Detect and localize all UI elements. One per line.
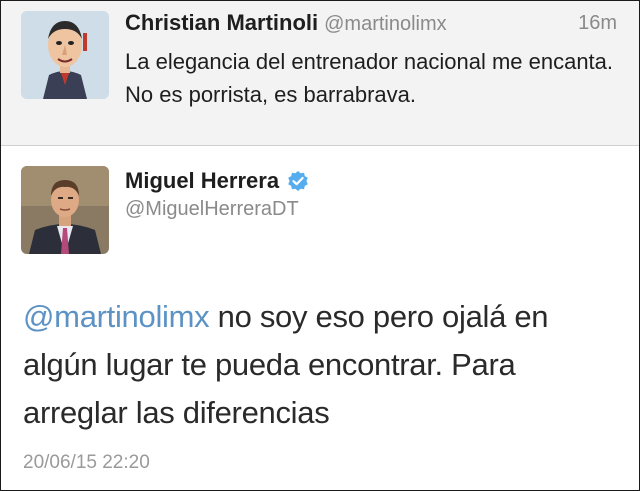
main-author-handle[interactable]: @MiguelHerreraDT bbox=[125, 198, 299, 221]
reply-timestamp: 16m bbox=[578, 12, 617, 34]
miguel-herrera-avatar[interactable] bbox=[21, 166, 109, 254]
main-tweet: Miguel Herrera @MiguelHerreraDT @martino… bbox=[1, 146, 639, 490]
mention-link[interactable]: @martinolimx bbox=[23, 299, 210, 334]
reply-context-tweet[interactable]: Christian Martinoli @martinolimx 16m La e… bbox=[1, 1, 639, 146]
reply-tweet-text: La elegancia del entrenador nacional me … bbox=[125, 49, 614, 107]
verified-badge-icon bbox=[287, 170, 309, 192]
main-author-name[interactable]: Miguel Herrera bbox=[125, 168, 279, 194]
christian-martinoli-avatar[interactable] bbox=[21, 11, 109, 99]
main-tweet-text: @martinolimx no soy eso pero ojalá en al… bbox=[23, 293, 623, 437]
main-author: Miguel Herrera bbox=[125, 168, 309, 194]
reply-author-handle[interactable]: @martinolimx bbox=[324, 13, 447, 35]
reply-author-name[interactable]: Christian Martinoli bbox=[125, 10, 318, 35]
main-tweet-timestamp: 20/06/15 22:20 bbox=[23, 452, 150, 473]
reply-author: Christian Martinoli @martinolimx bbox=[125, 10, 447, 36]
tweet-screenshot: Christian Martinoli @martinolimx 16m La e… bbox=[0, 0, 640, 491]
